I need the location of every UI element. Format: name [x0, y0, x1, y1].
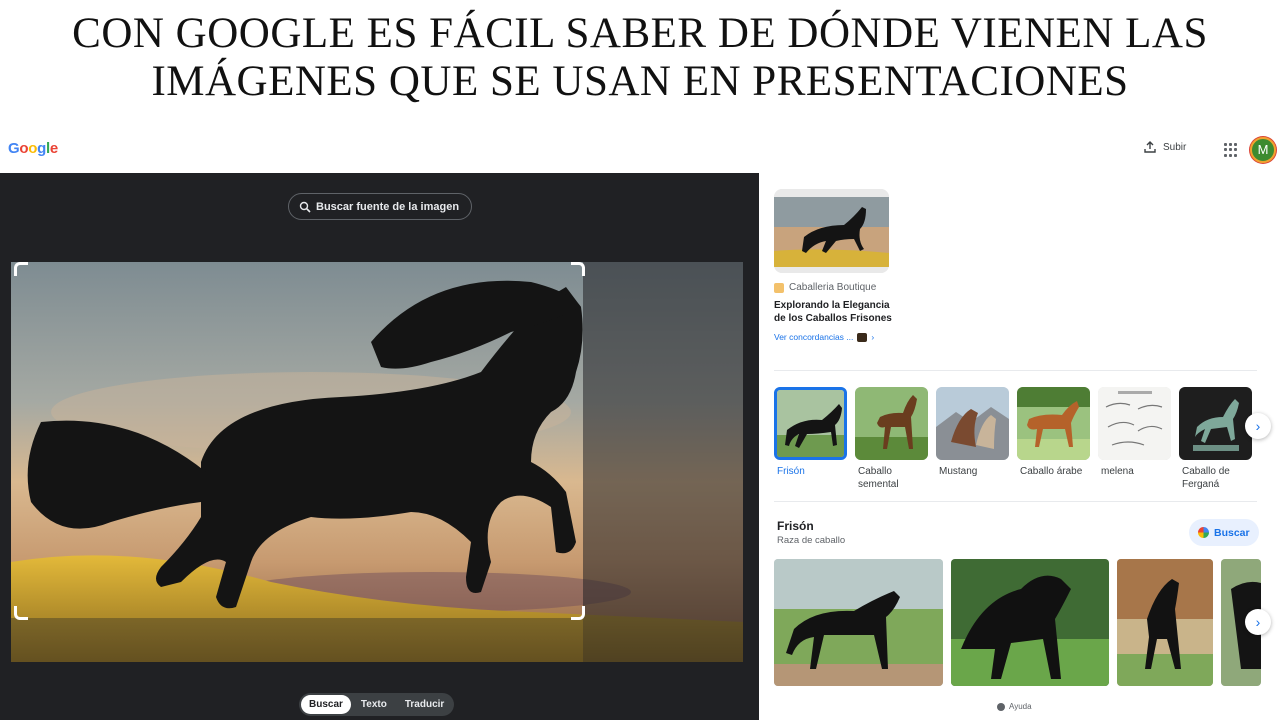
- chip-label: Caballo árabe: [1020, 466, 1083, 477]
- gallery-photo: [1117, 559, 1213, 686]
- source-thumbnail-image: [774, 189, 889, 273]
- tab-buscar[interactable]: Buscar: [301, 695, 351, 714]
- logo-letter: e: [49, 140, 58, 157]
- google-logo[interactable]: Google: [8, 140, 58, 157]
- entity-search-button[interactable]: Buscar: [1189, 519, 1259, 546]
- help-link[interactable]: Ayuda: [997, 702, 1032, 711]
- logo-letter: G: [8, 140, 20, 157]
- source-title[interactable]: Explorando la Elegancia de los Caballos …: [774, 299, 894, 325]
- entity-image-gallery: [774, 559, 1261, 686]
- logo-letter: o: [19, 140, 29, 157]
- outside-crop-overlay-bottom: [11, 618, 583, 662]
- related-search-chips: Frisón Caballo semental Mustang Caballo …: [774, 387, 1252, 491]
- source-site[interactable]: Caballeria Boutique: [774, 282, 891, 293]
- chip-label: Frisón: [777, 466, 805, 477]
- gallery-image[interactable]: [951, 559, 1109, 686]
- chip-mustang[interactable]: Mustang: [936, 387, 1009, 491]
- chip-label: Caballo semental: [858, 466, 899, 490]
- chip-image: [777, 390, 844, 457]
- slide-title-line-1: CON GOOGLE ES FÁCIL SABER DE DÓNDE VIENE…: [72, 10, 1208, 57]
- chevron-right-icon: ›: [1255, 614, 1261, 630]
- google-g-icon: [1198, 527, 1209, 538]
- upload-label: Subir: [1163, 141, 1187, 153]
- lens-mode-tabs: Buscar Texto Traducir: [299, 693, 455, 716]
- crop-handle-bottom-right[interactable]: [571, 606, 585, 620]
- chip-label: Mustang: [939, 466, 978, 477]
- match-thumbnail-icon: [857, 332, 868, 342]
- slide-title: CON GOOGLE ES FÁCIL SABER DE DÓNDE VIENE…: [0, 10, 1280, 106]
- see-matches-label: Ver concordancias ...: [774, 332, 854, 342]
- help-icon: [997, 702, 1005, 711]
- chip-caballo-de-fergana[interactable]: Caballo de Ferganá: [1179, 387, 1252, 491]
- see-matches-link[interactable]: Ver concordancias ... ›: [774, 332, 891, 342]
- gallery-scroll-right-button[interactable]: ›: [1245, 609, 1271, 635]
- divider: [774, 501, 1257, 502]
- find-image-source-button[interactable]: Buscar fuente de la imagen: [288, 193, 473, 220]
- chip-caballo-semental[interactable]: Caballo semental: [855, 387, 928, 491]
- entity-search-label: Buscar: [1214, 526, 1250, 539]
- logo-letter: o: [28, 140, 38, 157]
- tab-texto[interactable]: Texto: [353, 695, 395, 714]
- google-header: Google Subir M: [0, 128, 1280, 173]
- chip-caballo-arabe[interactable]: Caballo árabe: [1017, 387, 1090, 491]
- divider: [774, 370, 1257, 371]
- crop-selection[interactable]: [14, 262, 585, 620]
- gallery-image[interactable]: [1117, 559, 1213, 686]
- upload-icon: [1144, 141, 1156, 153]
- logo-letter: g: [37, 140, 46, 157]
- outside-crop-overlay: [583, 262, 743, 662]
- crop-handle-top-right[interactable]: [571, 262, 585, 276]
- chip-image: [855, 387, 928, 460]
- chevron-right-icon: ›: [1255, 418, 1261, 434]
- crop-handle-top-left[interactable]: [14, 262, 28, 276]
- source-result-card[interactable]: Caballeria Boutique Explorando la Elegan…: [774, 189, 894, 342]
- avatar[interactable]: M: [1250, 137, 1276, 163]
- chip-image: [1179, 387, 1252, 460]
- source-thumbnail[interactable]: [774, 189, 889, 273]
- upload-button[interactable]: Subir: [1143, 140, 1186, 154]
- entity-title: Frisón: [777, 519, 814, 533]
- gallery-photo: [951, 559, 1109, 686]
- help-label: Ayuda: [1009, 702, 1032, 711]
- chip-label: Caballo de Ferganá: [1182, 466, 1230, 490]
- results-pane: Caballeria Boutique Explorando la Elegan…: [759, 173, 1280, 720]
- chip-label: melena: [1101, 466, 1134, 477]
- find-image-source-label: Buscar fuente de la imagen: [316, 200, 460, 213]
- slide-title-line-2: IMÁGENES QUE SE USAN EN PRESENTACIONES: [151, 58, 1129, 105]
- chips-scroll-right-button[interactable]: ›: [1245, 413, 1271, 439]
- tab-traducir[interactable]: Traducir: [397, 695, 452, 714]
- site-favicon-icon: [774, 282, 784, 293]
- uploaded-photo: [11, 262, 743, 662]
- chip-image: [1098, 387, 1171, 460]
- gallery-photo: [774, 559, 943, 686]
- chip-image: [1017, 387, 1090, 460]
- entity-subtitle: Raza de caballo: [777, 535, 846, 546]
- chip-image: [936, 387, 1009, 460]
- apps-grid-icon[interactable]: [1224, 143, 1238, 157]
- chip-frison[interactable]: Frisón: [774, 387, 847, 491]
- lens-search-icon: [299, 201, 311, 213]
- lens-image-pane: Buscar fuente de la imagen Buscar Texto …: [0, 173, 759, 720]
- chip-melena[interactable]: melena: [1098, 387, 1171, 491]
- source-site-name: Caballeria Boutique: [789, 282, 877, 293]
- gallery-image[interactable]: [774, 559, 943, 686]
- chevron-right-icon: ›: [871, 332, 875, 342]
- crop-handle-bottom-left[interactable]: [14, 606, 28, 620]
